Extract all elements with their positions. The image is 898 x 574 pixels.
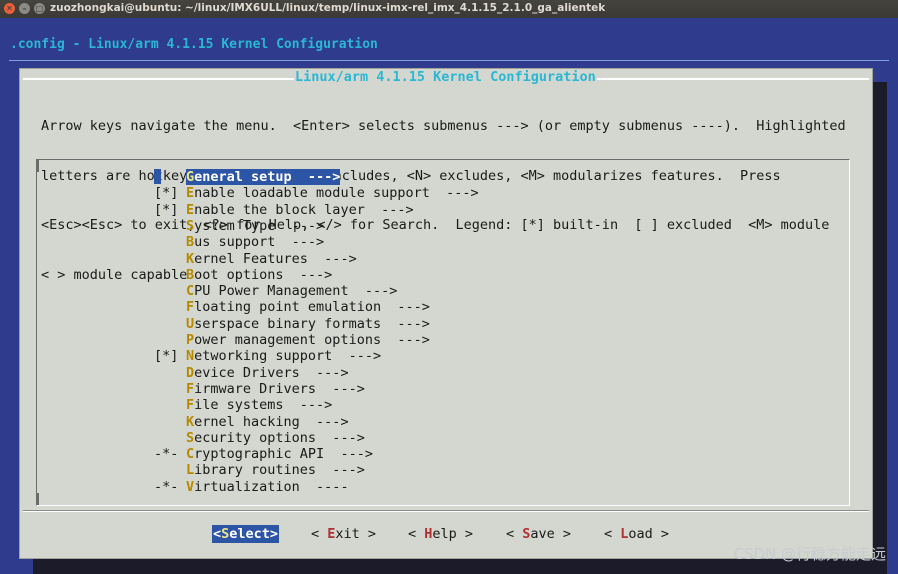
menu-item-hotkey: K — [186, 413, 195, 430]
menu-item-label: Floating point emulation ---> — [186, 299, 430, 316]
menu-item-hotkey: D — [186, 364, 195, 381]
button-help[interactable]: < Help > — [408, 525, 473, 543]
button-hotkey: S — [221, 526, 230, 542]
menu-item-hotkey: B — [186, 234, 195, 251]
menu-item-label: Device Drivers ---> — [186, 364, 349, 381]
menu-item-label: Bus support ---> — [186, 234, 325, 251]
menu-item[interactable]: -*- Cryptographic API ---> — [154, 446, 373, 462]
menu-item[interactable]: Security options ---> — [154, 430, 365, 446]
menu-item[interactable]: Boot options ---> — [154, 267, 332, 283]
menu-item-state: -*- — [154, 478, 179, 495]
menu-item[interactable]: Floating point emulation ---> — [154, 299, 430, 315]
config-header-title: .config - Linux/arm 4.1.15 Kernel Config… — [10, 37, 378, 52]
menu-item[interactable]: Device Drivers ---> — [154, 365, 349, 381]
menu-item-hotkey: U — [186, 315, 195, 332]
menu-item[interactable]: [*] Enable loadable module support ---> — [154, 185, 479, 201]
menu-item-hotkey: F — [186, 299, 195, 316]
menu-item-hotkey: K — [186, 250, 195, 267]
minimize-window-icon[interactable]: – — [19, 3, 30, 14]
menu-item-hotkey: E — [186, 185, 195, 202]
help-line: Arrow keys navigate the menu. <Enter> se… — [41, 118, 846, 134]
button-select[interactable]: <Select> — [212, 525, 280, 543]
close-window-icon[interactable]: ✕ — [4, 3, 15, 14]
menu-item-hotkey: S — [186, 429, 195, 446]
menu-item-label: Kernel Features ---> — [186, 250, 357, 267]
menu-item[interactable]: Bus support ---> — [154, 234, 324, 250]
menu-item[interactable]: CPU Power Management ---> — [154, 283, 397, 299]
menu-item-hotkey: L — [186, 462, 195, 479]
button-exit[interactable]: < Exit > — [311, 525, 376, 543]
menu-item-label: Virtualization ---- — [186, 478, 349, 495]
menu-item-label: Networking support ---> — [186, 348, 382, 365]
menu-item-hotkey: N — [186, 348, 195, 365]
menu-item-hotkey: C — [186, 283, 195, 300]
menu-item[interactable]: Power management options ---> — [154, 332, 430, 348]
menu-item-label: Security options ---> — [186, 429, 365, 446]
menu-item-label: Cryptographic API ---> — [186, 446, 373, 463]
menu-item-state — [154, 169, 186, 185]
menu-item-label: File systems ---> — [186, 397, 333, 414]
menu-item[interactable]: File systems ---> — [154, 397, 332, 413]
menu-list: General setup ---> [*] Enable loadable mod… — [36, 159, 850, 506]
window-title: zuozhongkai@ubuntu: ~/linux/IMX6ULL/linu… — [50, 2, 606, 14]
button-hotkey: E — [327, 526, 336, 542]
button-hotkey: H — [424, 526, 433, 542]
menu-item-hotkey: E — [186, 201, 195, 218]
menu-top-left-corner — [36, 160, 39, 172]
menu-item-hotkey: F — [186, 380, 195, 397]
menu-item[interactable]: System Type ---> — [154, 218, 324, 234]
terminal: .config - Linux/arm 4.1.15 Kernel Config… — [0, 18, 898, 574]
menu-item[interactable]: Userspace binary formats ---> — [154, 316, 430, 332]
menu-item[interactable]: Library routines ---> — [154, 462, 365, 478]
button-separator — [23, 511, 869, 512]
menu-item-hotkey: V — [186, 478, 195, 495]
menu-item-label: General setup ---> — [186, 169, 341, 185]
menu-item[interactable]: General setup ---> — [154, 169, 341, 185]
selection-marker — [154, 169, 161, 184]
menu-bottom-left-corner — [36, 493, 39, 505]
menu-item-hotkey: G — [186, 169, 195, 185]
menu-item-label: Boot options ---> — [186, 266, 333, 283]
menu-item-label: System Type ---> — [186, 217, 325, 234]
watermark: CSDN @行稳方能走远 — [733, 545, 886, 563]
menu-item-hotkey: P — [186, 332, 195, 348]
maximize-window-icon[interactable]: □ — [34, 3, 45, 14]
header-rule — [9, 60, 889, 61]
menu-item-hotkey: B — [186, 266, 195, 283]
menu-item[interactable]: Firmware Drivers ---> — [154, 381, 365, 397]
button-hotkey: S — [522, 526, 531, 542]
menu-item-hotkey: S — [186, 217, 195, 234]
menu-item-hotkey: C — [186, 446, 195, 463]
menu-item-label: Power management options ---> — [186, 332, 430, 348]
menu-item-state: [*] — [154, 348, 179, 365]
menu-item[interactable]: Kernel hacking ---> — [154, 414, 349, 430]
menuconfig-dialog: Linux/arm 4.1.15 Kernel Configuration Ar… — [19, 68, 873, 559]
menu-item-state: -*- — [154, 446, 179, 463]
button-load[interactable]: < Load > — [604, 525, 669, 543]
menu-item-label: Library routines ---> — [186, 462, 365, 479]
menu-item[interactable]: [*] Enable the block layer ---> — [154, 202, 414, 218]
menu-item-state: [*] — [154, 201, 179, 218]
menu-item-hotkey: F — [186, 397, 195, 414]
menu-item[interactable]: Kernel Features ---> — [154, 251, 357, 267]
menu-item-label: Firmware Drivers ---> — [186, 380, 365, 397]
menu-item-label: CPU Power Management ---> — [186, 283, 398, 300]
window-titlebar: ✕ – □ zuozhongkai@ubuntu: ~/linux/IMX6UL… — [0, 0, 898, 18]
button-save[interactable]: < Save > — [506, 525, 571, 543]
menu-item-label: Enable loadable module support ---> — [186, 185, 479, 202]
menu-item-state: [*] — [154, 185, 179, 202]
dialog-title: Linux/arm 4.1.15 Kernel Configuration — [294, 69, 597, 85]
menu-item-label: Enable the block layer ---> — [186, 201, 414, 218]
button-bar: <Select> < Exit > < Help > < Save > < Load > — [20, 525, 872, 543]
menu-item-label: Kernel hacking ---> — [186, 413, 349, 430]
menu-item[interactable]: -*- Virtualization ---- — [154, 479, 349, 495]
button-hotkey: L — [620, 526, 629, 542]
menu-item-label: Userspace binary formats ---> — [186, 315, 430, 332]
menu-item[interactable]: [*] Networking support ---> — [154, 348, 381, 364]
